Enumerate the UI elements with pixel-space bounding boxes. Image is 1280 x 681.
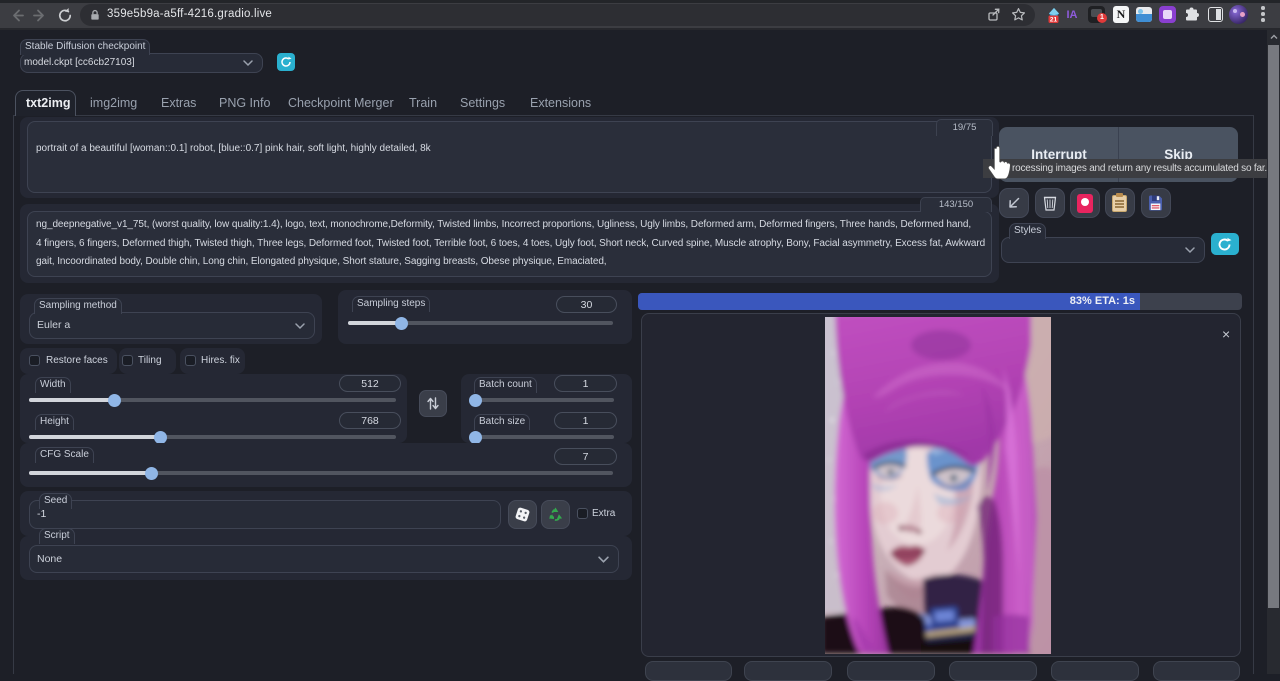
svg-text:21: 21	[1050, 17, 1058, 23]
